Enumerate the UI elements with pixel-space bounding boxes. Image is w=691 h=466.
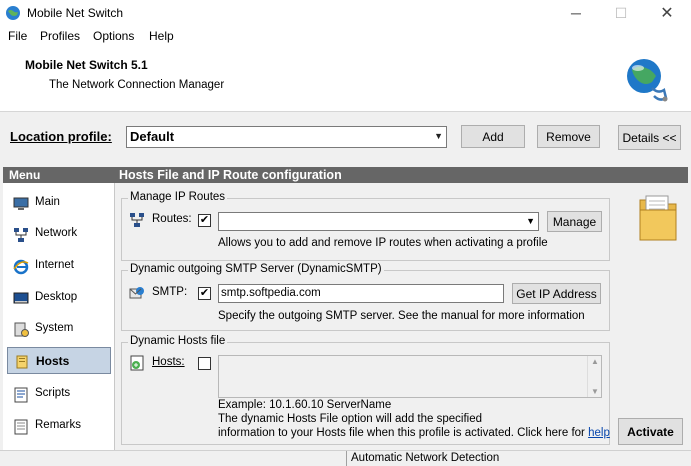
sidebar-item-desktop[interactable]: Desktop: [7, 285, 111, 312]
routes-description: Allows you to add and remove IP routes w…: [218, 237, 548, 249]
hosts-description-1: The dynamic Hosts File option will add t…: [218, 413, 482, 425]
details-toggle-button[interactable]: Details <<: [618, 125, 681, 150]
sidebar-item-main[interactable]: Main: [7, 190, 111, 217]
maximize-button[interactable]: ☐: [598, 0, 644, 26]
remove-profile-button[interactable]: Remove: [537, 125, 600, 148]
app-title: Mobile Net Switch 5.1: [25, 58, 148, 72]
hosts-scrollbar[interactable]: ▲ ▼: [587, 356, 601, 397]
section-title: Hosts File and IP Route configuration: [115, 167, 688, 183]
hosts-description-2: information to your Hosts file when this…: [218, 427, 610, 439]
hosts-example: Example: 10.1.60.10 ServerName: [218, 399, 392, 411]
desktop-icon: [13, 292, 29, 304]
routes-group-title: Manage IP Routes: [128, 191, 228, 203]
hosts-label: Hosts:: [152, 356, 185, 368]
monitor-icon: [13, 197, 29, 210]
routes-select[interactable]: ▼: [218, 212, 539, 231]
sidebar-item-scripts[interactable]: Scripts: [7, 381, 111, 408]
sidebar-item-network[interactable]: Network: [7, 221, 111, 248]
menu-file[interactable]: File: [8, 29, 27, 43]
app-header: Mobile Net Switch 5.1 The Network Connec…: [0, 46, 691, 112]
sidebar-item-label: Desktop: [35, 291, 78, 303]
hosts-description-text: information to your Hosts file when this…: [218, 427, 585, 439]
routes-checkbox[interactable]: ✔: [198, 214, 211, 227]
profile-value: Default: [130, 129, 175, 144]
internet-explorer-icon: [13, 259, 29, 275]
minimize-button[interactable]: ─: [553, 0, 599, 26]
menu-profiles[interactable]: Profiles: [40, 29, 80, 43]
status-divider: [346, 451, 347, 466]
menu-bar: File Profiles Options Help: [0, 26, 691, 46]
sidebar-item-label: Remarks: [35, 419, 82, 431]
system-icon: [14, 322, 29, 337]
network-icon: [14, 228, 28, 242]
sidebar-item-label: Network: [35, 227, 78, 239]
routes-group: Manage IP Routes Routes: ✔ ▼ Manage Allo…: [121, 191, 610, 261]
sidebar-menu: Main Network Internet Desktop System Hos…: [3, 183, 115, 450]
smtp-icon: [129, 287, 144, 299]
menu-help[interactable]: Help: [149, 29, 174, 43]
hosts-group-title: Dynamic Hosts file: [128, 335, 228, 347]
remarks-icon: [14, 419, 28, 435]
chevron-down-icon[interactable]: ▼: [434, 131, 443, 141]
menu-options[interactable]: Options: [93, 29, 134, 43]
get-ip-address-button[interactable]: Get IP Address: [512, 283, 601, 304]
smtp-group: Dynamic outgoing SMTP Server (DynamicSMT…: [121, 263, 610, 331]
help-link[interactable]: help: [588, 427, 610, 439]
hosts-icon: [16, 355, 28, 369]
activate-button[interactable]: Activate: [618, 418, 683, 445]
sidebar-item-label: Hosts: [36, 354, 70, 368]
sidebar-item-label: Scripts: [35, 387, 71, 399]
location-profile-select[interactable]: Default ▼: [126, 126, 447, 148]
location-profile-label: Location profile:: [10, 129, 112, 144]
scripts-icon: [14, 387, 28, 403]
routes-label: Routes:: [152, 213, 192, 225]
hosts-file-icon: [130, 355, 144, 371]
window-title: Mobile Net Switch: [27, 6, 124, 20]
sidebar-item-system[interactable]: System: [7, 316, 111, 343]
smtp-checkbox[interactable]: ✔: [198, 287, 211, 300]
status-text: Automatic Network Detection: [351, 452, 500, 464]
sidebar-item-label: System: [35, 322, 74, 334]
sidebar-item-label: Main: [35, 196, 60, 208]
close-button[interactable]: ✕: [644, 0, 690, 26]
hosts-checkbox[interactable]: [198, 357, 211, 370]
smtp-value: smtp.softpedia.com: [221, 287, 321, 299]
add-profile-button[interactable]: Add: [461, 125, 525, 148]
hosts-group: Dynamic Hosts file Hosts: ▲ ▼ Example: 1…: [121, 335, 610, 445]
sidebar-item-internet[interactable]: Internet: [7, 253, 111, 280]
smtp-description: Specify the outgoing SMTP server. See th…: [218, 310, 585, 322]
routes-icon: [130, 213, 144, 227]
sidebar-item-hosts[interactable]: Hosts: [7, 347, 111, 374]
menu-header: Menu: [3, 167, 115, 183]
network-globe-icon: [627, 59, 668, 102]
sidebar-item-label: Internet: [35, 259, 74, 271]
app-globe-icon: [6, 6, 20, 20]
manage-routes-button[interactable]: Manage: [547, 211, 602, 232]
sidebar-item-remarks[interactable]: Remarks: [7, 413, 111, 440]
smtp-label: SMTP:: [152, 286, 188, 298]
smtp-group-title: Dynamic outgoing SMTP Server (DynamicSMT…: [128, 263, 384, 275]
folder-icon: [639, 195, 677, 241]
chevron-down-icon[interactable]: ▼: [526, 216, 535, 226]
smtp-server-input[interactable]: smtp.softpedia.com: [218, 284, 504, 303]
app-subtitle: The Network Connection Manager: [49, 79, 225, 91]
hosts-textarea[interactable]: ▲ ▼: [218, 355, 602, 398]
